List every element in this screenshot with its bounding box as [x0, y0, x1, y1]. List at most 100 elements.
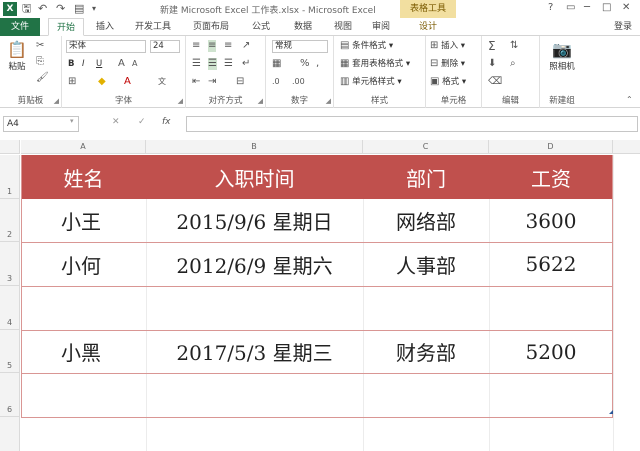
ribbon-display-button[interactable]: ▭: [566, 2, 575, 13]
table-cell[interactable]: 小何: [21, 242, 146, 286]
minimize-button[interactable]: ─: [584, 2, 590, 13]
tab-data[interactable]: 数据: [286, 18, 320, 36]
wrap-text-icon[interactable]: ↵: [242, 58, 250, 70]
column-header-a[interactable]: A: [21, 140, 146, 154]
conditional-format-button[interactable]: ▤ 条件格式 ▾: [340, 40, 393, 52]
redo-icon[interactable]: ↷: [56, 2, 65, 16]
row-header-6[interactable]: 6: [0, 373, 20, 417]
table-cell[interactable]: 小黑: [21, 330, 146, 373]
table-cell[interactable]: 2012/6/9 星期六: [146, 242, 363, 286]
row-header-1[interactable]: 1: [0, 155, 20, 199]
column-header-e[interactable]: [613, 140, 640, 154]
row-header-3[interactable]: 3: [0, 242, 20, 286]
align-top-icon[interactable]: ≡: [192, 40, 200, 52]
copy-icon[interactable]: ⎘: [36, 56, 44, 68]
font-size-select[interactable]: 24: [150, 40, 180, 53]
header-department[interactable]: 部门: [363, 155, 489, 199]
find-select-icon[interactable]: ⌕: [510, 58, 516, 70]
table-cell[interactable]: 2015/9/6 星期日: [146, 199, 363, 242]
header-hire-date[interactable]: 入职时间: [146, 155, 363, 199]
row-header-5[interactable]: 5: [0, 330, 20, 373]
grow-font-icon[interactable]: A: [118, 58, 125, 70]
camera-button[interactable]: 📷 照相机: [542, 40, 582, 72]
table-cell[interactable]: 人事部: [363, 242, 489, 286]
increase-decimal-icon[interactable]: .0: [272, 76, 280, 88]
name-box-dropdown-icon[interactable]: ▾: [70, 117, 74, 125]
column-header-c[interactable]: C: [363, 140, 489, 154]
table-cell[interactable]: [146, 373, 363, 417]
row-header-4[interactable]: 4: [0, 286, 20, 330]
tab-insert[interactable]: 插入: [88, 18, 122, 36]
maximize-button[interactable]: □: [602, 2, 611, 13]
clipboard-launcher-icon[interactable]: ◢: [54, 97, 59, 105]
format-painter-icon[interactable]: 🖌: [36, 72, 49, 84]
save-icon[interactable]: 🖫: [22, 2, 31, 16]
table-resize-handle[interactable]: [609, 410, 613, 414]
table-cell[interactable]: [363, 286, 489, 330]
table-cell[interactable]: 2017/5/3 星期三: [146, 330, 363, 373]
phonetic-icon[interactable]: 文: [158, 76, 166, 88]
table-cell[interactable]: [489, 286, 613, 330]
header-salary[interactable]: 工资: [489, 155, 613, 199]
autosum-icon[interactable]: Σ: [488, 40, 496, 52]
cut-icon[interactable]: ✂: [36, 40, 44, 52]
login-link[interactable]: 登录: [614, 18, 632, 36]
tab-page-layout[interactable]: 页面布局: [186, 18, 236, 36]
table-format-button[interactable]: ▦ 套用表格格式 ▾: [340, 58, 410, 70]
undo-icon[interactable]: ↶: [38, 2, 47, 16]
number-format-select[interactable]: 常规: [272, 40, 328, 53]
table-cell[interactable]: [363, 373, 489, 417]
customize-qat-icon[interactable]: ▾: [92, 2, 96, 16]
tab-developer[interactable]: 开发工具: [128, 18, 178, 36]
tab-file[interactable]: 文件: [0, 18, 40, 36]
number-launcher-icon[interactable]: ◢: [326, 97, 331, 105]
align-middle-icon[interactable]: ≡: [208, 40, 217, 52]
font-launcher-icon[interactable]: ◢: [178, 97, 183, 105]
table-cell[interactable]: [146, 286, 363, 330]
row-header-7[interactable]: [0, 417, 20, 451]
table-cell[interactable]: 小王: [21, 199, 146, 242]
delete-cells-button[interactable]: ⊟ 删除 ▾: [430, 58, 465, 70]
table-cell[interactable]: 5622: [489, 242, 613, 286]
table-cell[interactable]: 网络部: [363, 199, 489, 242]
table-cell[interactable]: [489, 373, 613, 417]
insert-cells-button[interactable]: ⊞ 插入 ▾: [430, 40, 465, 52]
alignment-launcher-icon[interactable]: ◢: [258, 97, 263, 105]
formula-input[interactable]: [186, 116, 638, 132]
accounting-format-icon[interactable]: ▦: [272, 58, 281, 70]
select-all-corner[interactable]: [0, 140, 20, 154]
help-button[interactable]: ?: [548, 2, 553, 13]
merge-center-icon[interactable]: ⊟: [236, 76, 244, 88]
fill-color-icon[interactable]: ◆: [98, 76, 106, 88]
cell-styles-button[interactable]: ▥ 单元格样式 ▾: [340, 76, 402, 88]
comma-style-icon[interactable]: ,: [316, 58, 319, 70]
orientation-icon[interactable]: ↗: [242, 40, 250, 52]
align-left-icon[interactable]: ☰: [192, 58, 201, 70]
tab-review[interactable]: 审阅: [364, 18, 398, 36]
insert-function-icon[interactable]: fx: [162, 117, 171, 127]
table-cell[interactable]: 3600: [489, 199, 613, 242]
tab-home[interactable]: 开始: [48, 18, 84, 36]
align-right-icon[interactable]: ☰: [224, 58, 233, 70]
decrease-decimal-icon[interactable]: .00: [292, 76, 305, 88]
tab-design[interactable]: 设计: [410, 18, 446, 36]
paste-button[interactable]: 📋 粘贴: [4, 40, 30, 72]
column-header-b[interactable]: B: [146, 140, 363, 154]
font-color-icon[interactable]: A: [124, 76, 131, 88]
percent-icon[interactable]: %: [300, 58, 310, 70]
format-cells-button[interactable]: ▣ 格式 ▾: [430, 76, 466, 88]
borders-icon[interactable]: ⊞: [68, 76, 76, 88]
shrink-font-icon[interactable]: A: [132, 58, 137, 70]
close-button[interactable]: ✕: [622, 2, 630, 13]
clear-icon[interactable]: ⌫: [488, 76, 502, 88]
italic-button[interactable]: I: [82, 58, 85, 70]
bold-button[interactable]: B: [68, 58, 74, 70]
table-cell[interactable]: 5200: [489, 330, 613, 373]
table-cell[interactable]: [21, 373, 146, 417]
column-header-d[interactable]: D: [489, 140, 613, 154]
align-bottom-icon[interactable]: ≡: [224, 40, 232, 52]
table-cell[interactable]: 财务部: [363, 330, 489, 373]
sort-filter-icon[interactable]: ⇅: [510, 40, 518, 52]
row-header-2[interactable]: 2: [0, 199, 20, 242]
increase-indent-icon[interactable]: ⇥: [208, 76, 216, 88]
